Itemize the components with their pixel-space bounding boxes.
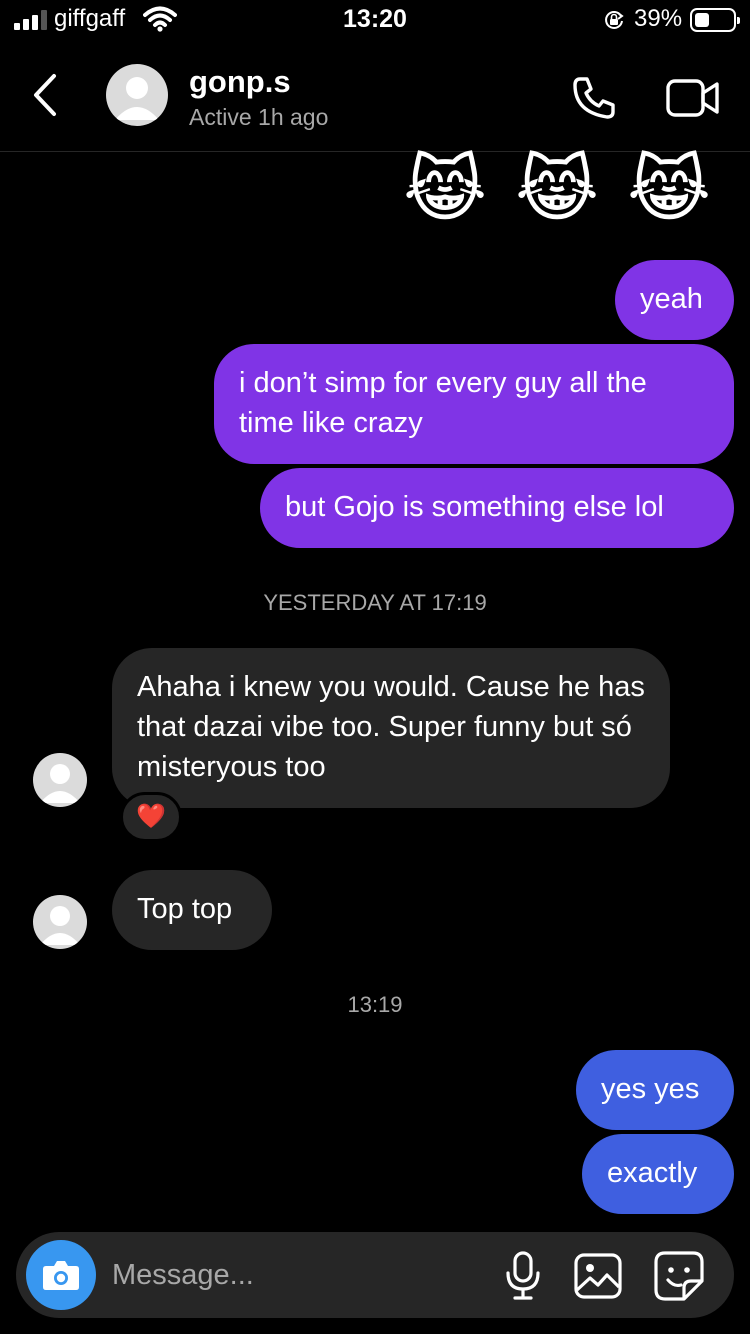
default-avatar-icon <box>115 77 159 120</box>
chevron-left-icon[interactable] <box>26 70 66 120</box>
phone-icon[interactable] <box>570 74 618 122</box>
contact-avatar[interactable] <box>106 64 168 126</box>
sent-message[interactable]: yeah <box>615 260 734 340</box>
chat-timestamp: 13:19 <box>347 992 403 1017</box>
cat-tears-of-joy-emoji[interactable]: 😹 <box>515 148 599 232</box>
orientation-lock-icon <box>605 11 624 29</box>
battery-level-fill <box>695 13 709 27</box>
default-avatar-icon <box>40 764 80 803</box>
status-bar: giffgaff 13:20 39% <box>0 0 750 40</box>
chat-header: gonp.s Active 1h ago <box>0 40 750 152</box>
default-avatar-icon <box>40 906 80 945</box>
heart-reaction[interactable]: ❤️ <box>120 792 182 842</box>
sender-avatar[interactable] <box>33 895 87 949</box>
sent-message[interactable]: yes yes <box>576 1050 734 1130</box>
microphone-icon[interactable] <box>502 1250 544 1302</box>
contact-name[interactable]: gonp.s <box>189 64 291 100</box>
video-camera-icon[interactable] <box>665 76 721 120</box>
sent-message[interactable]: but Gojo is something else lol <box>260 468 734 548</box>
camera-icon <box>43 1261 79 1290</box>
sticker-icon[interactable] <box>653 1250 705 1302</box>
battery-percent: 39% <box>634 5 683 32</box>
received-message[interactable]: Top top <box>112 870 272 950</box>
sent-message[interactable]: exactly <box>582 1134 734 1214</box>
cat-tears-of-joy-emoji[interactable]: 😹 <box>403 148 487 232</box>
contact-activity-status: Active 1h ago <box>189 104 329 130</box>
sent-message[interactable]: i don’t simp for every guy all the time … <box>214 344 734 464</box>
received-message[interactable]: Ahaha i knew you would. Cause he has tha… <box>112 648 670 808</box>
camera-button[interactable] <box>26 1240 96 1310</box>
sender-avatar[interactable] <box>33 753 87 807</box>
gallery-icon[interactable] <box>573 1252 623 1300</box>
message-input[interactable] <box>112 1232 492 1318</box>
emoji-message-row: 😹 😹 😹 <box>0 148 750 232</box>
message-composer <box>16 1232 734 1318</box>
chat-timestamp: YESTERDAY AT 17:19 <box>263 590 487 615</box>
cat-tears-of-joy-emoji[interactable]: 😹 <box>627 148 711 232</box>
battery-icon <box>690 8 740 32</box>
